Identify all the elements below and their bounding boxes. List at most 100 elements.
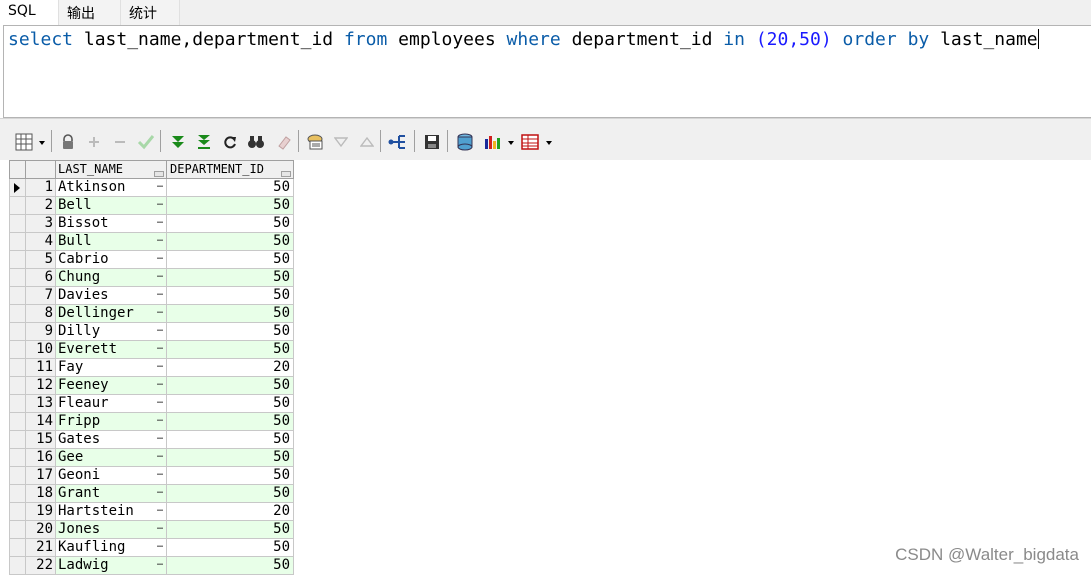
cell-editor-button[interactable]: … (157, 522, 163, 536)
cell-editor-button[interactable]: … (157, 216, 163, 230)
table-row[interactable]: 12 Feeney … 50 (9, 376, 294, 395)
cell-last-name[interactable]: Atkinson… (55, 178, 167, 197)
table-row[interactable]: 10 Everett … 50 (9, 340, 294, 359)
sql-editor[interactable]: select last_name,department_id from empl… (3, 25, 1091, 118)
cell-editor-button[interactable]: … (157, 396, 163, 410)
row-indicator[interactable] (9, 430, 26, 449)
cell-department-id[interactable]: 50 (166, 484, 294, 503)
cell-department-id[interactable]: 50 (166, 538, 294, 557)
cell-last-name[interactable]: Kaufling… (55, 538, 167, 557)
table-row[interactable]: 6 Chung … 50 (9, 268, 294, 287)
chevron-down-icon[interactable] (39, 141, 45, 145)
cell-department-id[interactable]: 50 (166, 250, 294, 269)
tab-statistics[interactable]: 统计 (120, 0, 180, 25)
cell-department-id[interactable]: 50 (166, 178, 294, 197)
row-indicator[interactable] (9, 304, 26, 323)
cell-editor-button[interactable]: … (157, 342, 163, 356)
cell-editor-button[interactable]: … (157, 468, 163, 482)
cell-department-id[interactable]: 50 (166, 268, 294, 287)
cell-last-name[interactable]: Geoni… (55, 466, 167, 485)
table-row[interactable]: 14 Fripp … 50 (9, 412, 294, 431)
cell-last-name[interactable]: Chung… (55, 268, 167, 287)
column-menu-icon[interactable] (281, 171, 291, 177)
cell-editor-button[interactable]: … (157, 270, 163, 284)
cell-department-id[interactable]: 50 (166, 196, 294, 215)
cell-last-name[interactable]: Gee… (55, 448, 167, 467)
table-row[interactable]: 17 Geoni … 50 (9, 466, 294, 485)
row-indicator[interactable] (9, 196, 26, 215)
cell-last-name[interactable]: Dilly… (55, 322, 167, 341)
save-icon[interactable] (422, 132, 442, 152)
cell-department-id[interactable]: 50 (166, 304, 294, 323)
cell-editor-button[interactable]: … (157, 432, 163, 446)
cell-department-id[interactable]: 50 (166, 286, 294, 305)
row-indicator[interactable] (9, 250, 26, 269)
chevron-down-icon[interactable] (508, 141, 514, 145)
cell-editor-button[interactable]: … (157, 558, 163, 572)
cell-last-name[interactable]: Feeney… (55, 376, 167, 395)
cell-editor-button[interactable]: … (157, 378, 163, 392)
cell-last-name[interactable]: Everett… (55, 340, 167, 359)
export-icon[interactable] (455, 132, 475, 152)
cell-department-id[interactable]: 20 (166, 502, 294, 521)
cell-editor-button[interactable]: … (157, 324, 163, 338)
row-indicator[interactable] (9, 394, 26, 413)
cell-department-id[interactable]: 50 (166, 448, 294, 467)
cell-last-name[interactable]: Bull… (55, 232, 167, 251)
row-indicator[interactable] (9, 268, 26, 287)
cell-department-id[interactable]: 50 (166, 412, 294, 431)
row-indicator[interactable] (9, 178, 26, 197)
cell-last-name[interactable]: Fripp… (55, 412, 167, 431)
cell-editor-button[interactable]: … (157, 450, 163, 464)
cell-department-id[interactable]: 50 (166, 430, 294, 449)
row-indicator[interactable] (9, 502, 26, 521)
chart-icon[interactable] (482, 132, 502, 152)
cell-editor-button[interactable]: … (157, 306, 163, 320)
cell-last-name[interactable]: Gates… (55, 430, 167, 449)
cell-last-name[interactable]: Fay… (55, 358, 167, 377)
row-indicator[interactable] (9, 520, 26, 539)
table-row[interactable]: 22 Ladwig … 50 (9, 556, 294, 575)
table-row[interactable]: 19 Hartstein … 20 (9, 502, 294, 521)
row-indicator[interactable] (9, 466, 26, 485)
table-row[interactable]: 1 Atkinson … 50 (9, 178, 294, 197)
tab-output[interactable]: 输出 (58, 0, 121, 25)
row-indicator[interactable] (9, 448, 26, 467)
cell-department-id[interactable]: 20 (166, 358, 294, 377)
table-row[interactable]: 11 Fay … 20 (9, 358, 294, 377)
filter-icon[interactable] (331, 132, 351, 152)
column-menu-icon[interactable] (154, 171, 164, 177)
cell-editor-button[interactable]: … (157, 234, 163, 248)
table-row[interactable]: 2 Bell … 50 (9, 196, 294, 215)
cell-editor-button[interactable]: … (157, 504, 163, 518)
find-icon[interactable] (246, 132, 266, 152)
cell-department-id[interactable]: 50 (166, 520, 294, 539)
cell-editor-button[interactable]: … (157, 288, 163, 302)
cell-department-id[interactable]: 50 (166, 214, 294, 233)
column-header-department-id[interactable]: DEPARTMENT_ID (166, 160, 294, 179)
row-indicator[interactable] (9, 556, 26, 575)
tab-sql[interactable]: SQL (0, 0, 58, 25)
table-row[interactable]: 3 Bissot … 50 (9, 214, 294, 233)
clear-icon[interactable] (274, 132, 294, 152)
table-row[interactable]: 18 Grant … 50 (9, 484, 294, 503)
column-header-last-name[interactable]: LAST_NAME (55, 160, 167, 179)
cell-editor-button[interactable]: … (157, 414, 163, 428)
table-row[interactable]: 9 Dilly … 50 (9, 322, 294, 341)
cell-editor-button[interactable]: … (157, 360, 163, 374)
refresh-icon[interactable] (220, 132, 240, 152)
table-row[interactable]: 16 Gee … 50 (9, 448, 294, 467)
fetch-next-icon[interactable] (168, 132, 188, 152)
table-row[interactable]: 4 Bull … 50 (9, 232, 294, 251)
cell-editor-button[interactable]: … (157, 540, 163, 554)
row-indicator[interactable] (9, 286, 26, 305)
cell-department-id[interactable]: 50 (166, 232, 294, 251)
row-indicator[interactable] (9, 322, 26, 341)
cell-last-name[interactable]: Bissot… (55, 214, 167, 233)
cell-last-name[interactable]: Davies… (55, 286, 167, 305)
cell-last-name[interactable]: Hartstein… (55, 502, 167, 521)
explain-plan-icon[interactable] (387, 132, 407, 152)
cell-editor-button[interactable]: … (157, 198, 163, 212)
cell-last-name[interactable]: Grant… (55, 484, 167, 503)
row-indicator[interactable] (9, 376, 26, 395)
